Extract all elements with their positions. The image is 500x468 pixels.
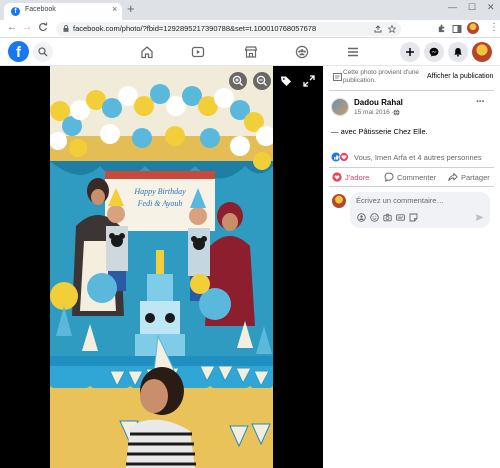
minimize-button[interactable]: — [448, 2, 457, 12]
browser-tab-bar: f Facebook × + — ☐ ✕ [0, 0, 500, 20]
side-panel-icon[interactable] [452, 24, 462, 34]
birthday-photo[interactable]: Happy Birthday Fedi & Ayoub [50, 66, 273, 468]
new-tab-button[interactable]: + [127, 1, 135, 16]
author-avatar[interactable] [331, 98, 349, 116]
commenter-avatar [332, 194, 346, 208]
share-icon [448, 173, 458, 182]
close-window-button[interactable]: ✕ [487, 2, 495, 13]
birthday-photo-image: Happy Birthday Fedi & Ayoub [50, 66, 273, 468]
expand-icon [303, 75, 315, 87]
share-page-icon[interactable] [374, 25, 382, 33]
browser-tab-facebook[interactable]: f Facebook × [4, 3, 122, 20]
zoom-in-icon [232, 75, 243, 86]
notifications-button[interactable] [448, 42, 468, 62]
heart-icon [332, 172, 342, 182]
photo-notice-icon [333, 73, 342, 81]
zoom-out-icon [256, 75, 267, 86]
tag-button[interactable] [277, 72, 295, 90]
profile-avatar[interactable] [467, 22, 479, 34]
search-button[interactable] [33, 42, 53, 62]
reactions-summary[interactable]: Vous, Imen Arfa et 4 autres personnes [354, 153, 482, 162]
share-label: Partager [461, 173, 490, 182]
facebook-header: f [0, 38, 500, 66]
camera-icon[interactable] [383, 213, 392, 222]
account-avatar[interactable] [472, 42, 492, 62]
reaction-icons [331, 152, 349, 162]
plus-icon [406, 48, 414, 56]
zoom-in-button[interactable] [229, 72, 247, 90]
photo-source-notice: Cette photo provient d'une publication. [343, 69, 420, 84]
fullscreen-button[interactable] [300, 72, 318, 90]
banner-names: Fedi & Ayoub [137, 199, 183, 208]
marketplace-icon[interactable] [244, 45, 258, 59]
banner-happy-birthday: Happy Birthday [133, 187, 186, 196]
post-text: — avec Pâtisserie Chez Elle. [331, 127, 428, 136]
divider [329, 90, 494, 91]
post-details-panel: Cette photo provient d'une publication. … [323, 66, 500, 468]
tag-icon [281, 76, 291, 86]
lock-icon [63, 25, 69, 32]
comment-input[interactable]: Écrivez un commentaire… GIF [350, 192, 490, 228]
more-options-icon[interactable]: ··· [476, 96, 485, 108]
author-name[interactable]: Dadou Rahal [354, 98, 403, 107]
address-bar[interactable]: facebook.com/photo/?fbid=129289521739078… [56, 22, 401, 36]
comment-icon [384, 172, 394, 182]
tab-close-icon[interactable]: × [112, 4, 117, 14]
gif-icon[interactable]: GIF [396, 213, 405, 222]
create-button[interactable] [400, 42, 420, 62]
maximize-button[interactable]: ☐ [468, 2, 476, 13]
reload-button[interactable] [38, 22, 48, 35]
sticker-icon[interactable] [409, 213, 418, 222]
facebook-logo[interactable]: f [8, 41, 29, 62]
home-icon[interactable] [140, 45, 154, 59]
comment-placeholder: Écrivez un commentaire… [356, 196, 444, 205]
facebook-favicon-icon: f [11, 7, 20, 16]
divider [329, 186, 494, 187]
emoji-icon[interactable] [370, 213, 379, 222]
url-text: facebook.com/photo/?fbid=129289521739078… [73, 24, 317, 33]
divider [329, 167, 494, 168]
bookmark-star-icon[interactable] [388, 25, 396, 33]
svg-text:GIF: GIF [398, 216, 404, 220]
avatar-sticker-icon[interactable] [357, 213, 366, 222]
view-publication-link[interactable]: Afficher la publication [427, 73, 493, 80]
bell-icon [454, 48, 462, 57]
zoom-out-button[interactable] [253, 72, 271, 90]
public-globe-icon [393, 109, 400, 116]
menu-icon[interactable] [346, 45, 360, 59]
tab-title: Facebook [25, 6, 56, 13]
groups-icon[interactable] [295, 45, 309, 59]
forward-button[interactable]: → [22, 22, 32, 33]
love-reaction-label: J'adore [345, 173, 370, 182]
photo-viewer: Happy Birthday Fedi & Ayoub [0, 66, 323, 468]
send-icon[interactable] [475, 213, 484, 222]
comment-label: Commenter [397, 173, 437, 182]
extensions-icon[interactable] [437, 24, 446, 33]
messenger-button[interactable] [424, 42, 444, 62]
post-date[interactable]: 15 mai 2016 · [354, 109, 394, 116]
back-button[interactable]: ← [7, 22, 17, 33]
video-icon[interactable] [191, 45, 205, 59]
search-icon [38, 47, 48, 57]
reload-icon [39, 22, 48, 32]
browser-menu-button[interactable]: ⋮ [489, 22, 499, 33]
browser-toolbar: ← → facebook.com/photo/?fbid=12928952173… [0, 20, 500, 38]
messenger-icon [429, 47, 439, 57]
